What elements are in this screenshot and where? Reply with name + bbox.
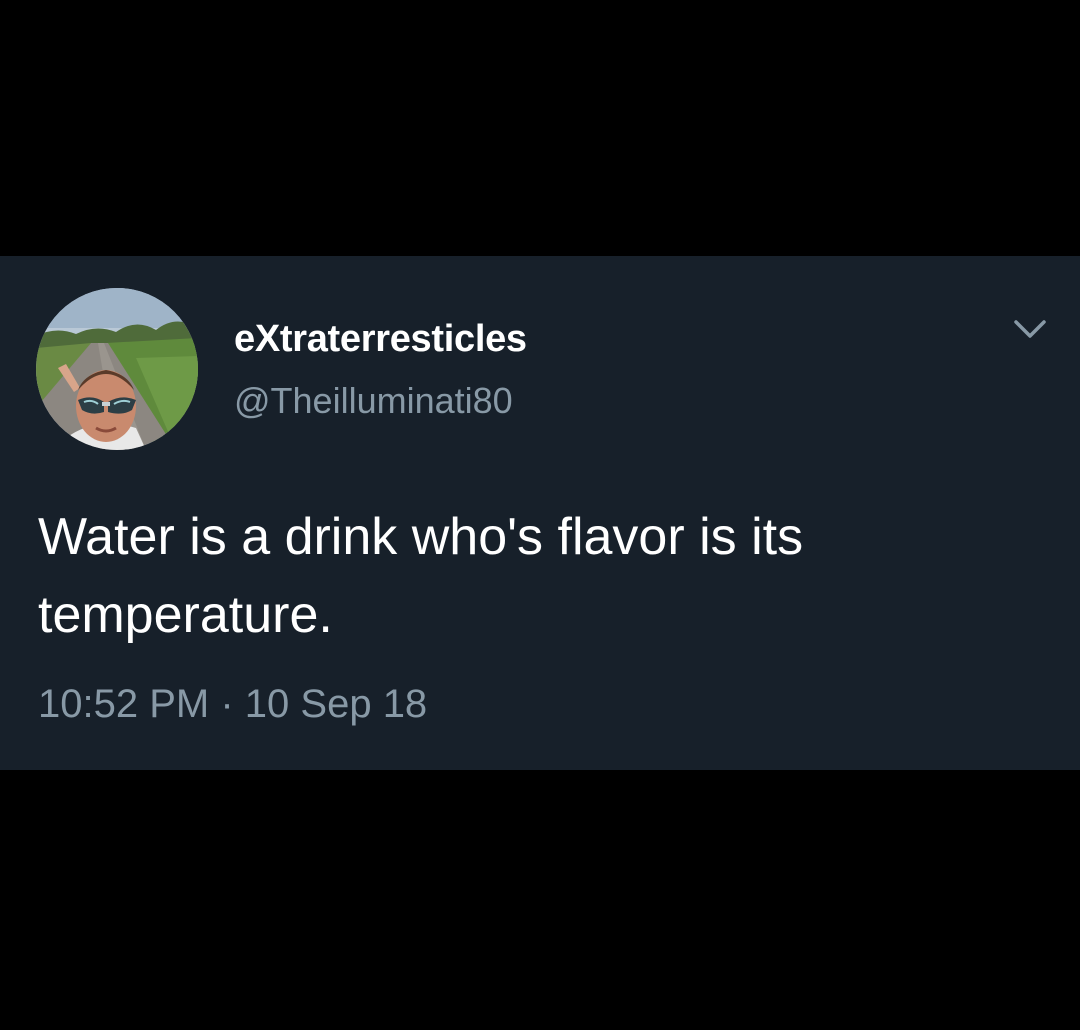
chevron-down-icon[interactable] <box>1010 314 1050 344</box>
page: eXtraterresticles @Theilluminati80 Water… <box>0 0 1080 1030</box>
author-handle[interactable]: @Theilluminati80 <box>234 380 513 422</box>
tweet-timestamp[interactable]: 10:52 PM · 10 Sep 18 <box>38 682 427 727</box>
tweet-text: Water is a drink who's flavor is its tem… <box>38 508 804 644</box>
avatar[interactable] <box>36 288 198 450</box>
tweet-card[interactable]: eXtraterresticles @Theilluminati80 Water… <box>0 256 1080 770</box>
profile-photo-icon <box>36 288 198 450</box>
timestamp-separator: · <box>220 682 234 726</box>
tweet-time: 10:52 PM <box>38 682 210 726</box>
author-display-name[interactable]: eXtraterresticles <box>234 318 527 361</box>
tweet-date: 10 Sep 18 <box>244 682 428 726</box>
